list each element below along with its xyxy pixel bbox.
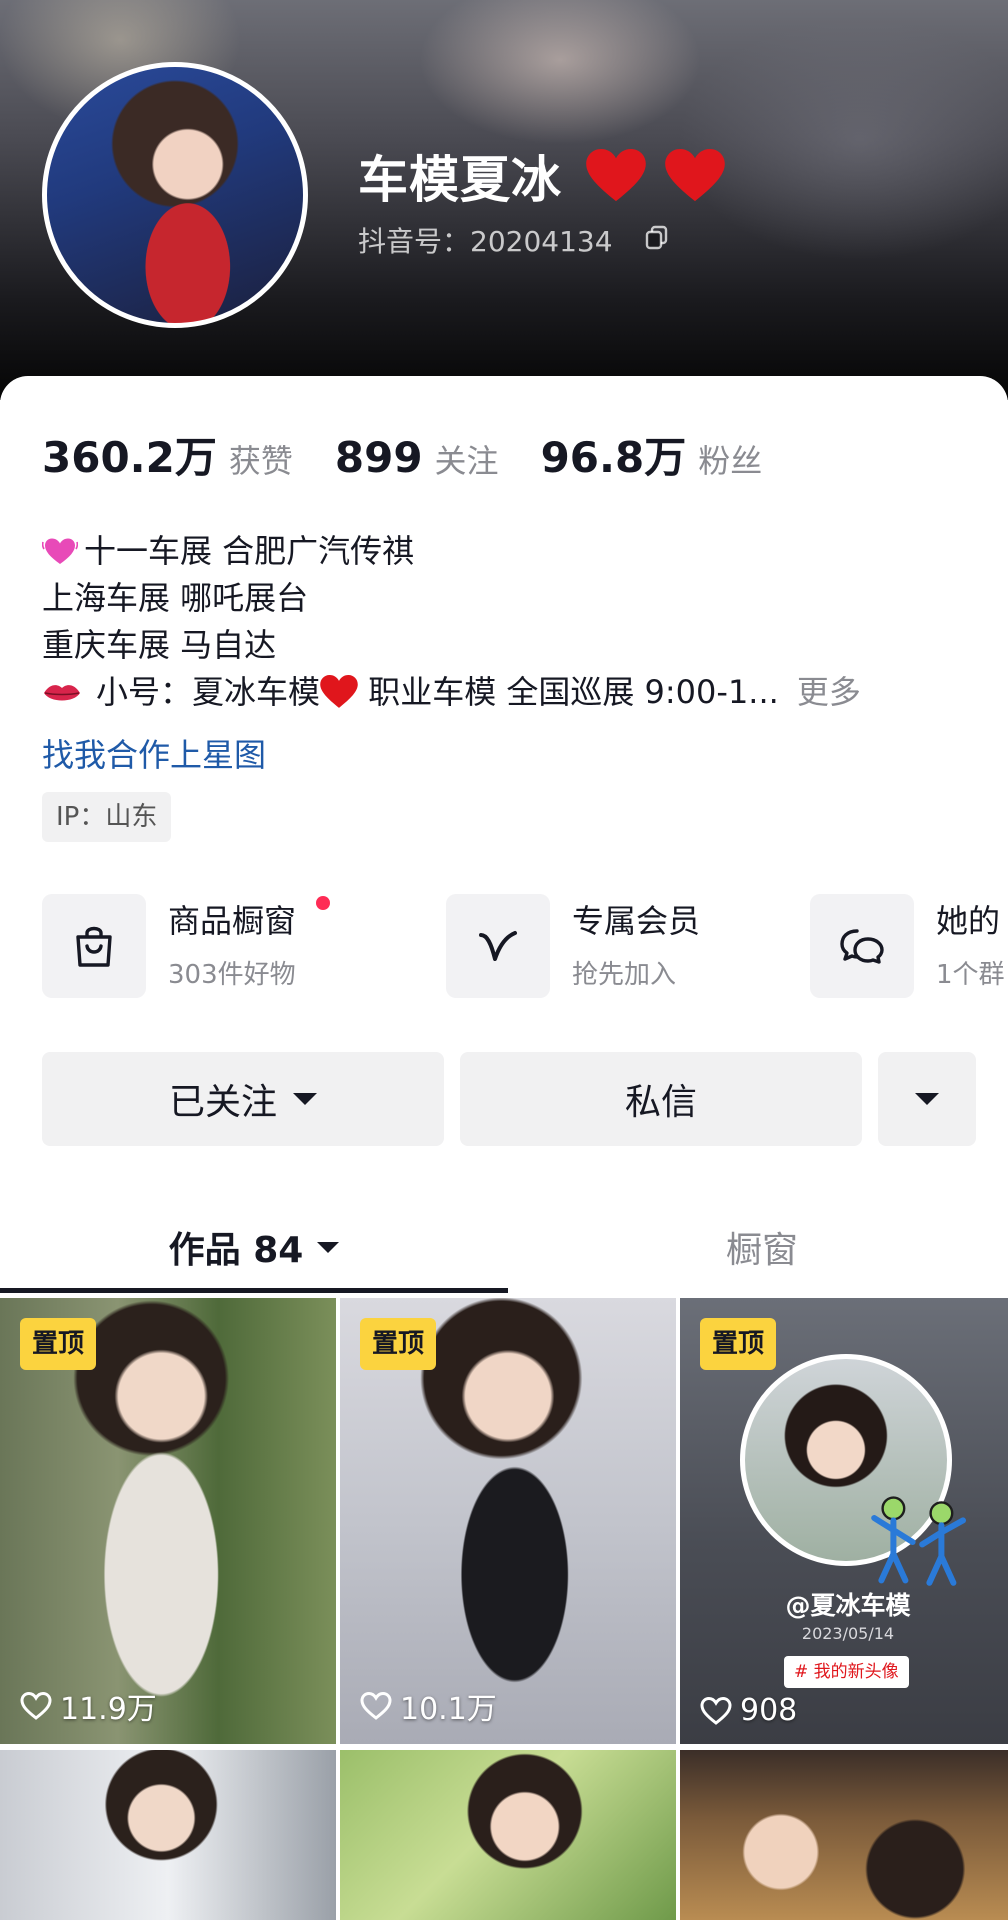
followed-button[interactable]: 已关注 [42, 1052, 444, 1146]
followers-count[interactable]: 96.8万 [541, 424, 687, 485]
group-chat-icon-box [810, 894, 914, 998]
douyin-id: 抖音号：20204134 [358, 225, 613, 258]
tab-showcase[interactable]: 橱窗 [508, 1212, 1008, 1282]
video-thumbnail[interactable]: 置顶 10.1万 [340, 1298, 676, 1744]
service-subtitle: 1个群 [936, 960, 1005, 990]
heart-outline-icon [20, 1691, 52, 1720]
red-heart-icon [320, 675, 358, 708]
tab-works[interactable]: 作品 84 [0, 1212, 508, 1282]
red-heart-icon [665, 149, 725, 202]
bio-text-2: 上海车展 哪吒展台 [42, 579, 309, 617]
likes-label: 获赞 [228, 442, 293, 480]
active-tab-indicator [0, 1288, 508, 1293]
vip-v-icon [479, 931, 517, 961]
heart-outline-icon [360, 1691, 392, 1720]
service-vip-membership[interactable]: 专属会员 抢先加入 [446, 894, 766, 998]
overlay-username: @夏冰车模 [785, 1591, 911, 1620]
cartoon-figures-icon [871, 1496, 966, 1586]
video-thumbnail[interactable] [340, 1750, 676, 1920]
service-shop-window[interactable]: 商品橱窗 303件好物 [42, 894, 362, 998]
bio-text-4b: 职业车模 全国巡展 9:00-1... [358, 673, 779, 711]
message-label: 私信 [624, 1082, 697, 1123]
bio-text-4a: 小号：夏冰车模 [96, 673, 321, 711]
more-options-button[interactable] [878, 1052, 976, 1146]
copy-icon[interactable] [644, 224, 670, 250]
video-thumbnail[interactable]: 置顶 11.9万 [0, 1298, 336, 1744]
pinned-badge: 置顶 [700, 1318, 777, 1370]
dropdown-triangle-icon [915, 1093, 939, 1105]
shopping-bag-icon [76, 926, 112, 967]
service-title: 她的 [936, 902, 1001, 940]
bio-line: 小号：夏冰车模 职业车模 全国巡展 9:00-1... 更多 [42, 669, 972, 716]
profile-name-row: 车模夏冰 [358, 140, 725, 212]
lips-icon [44, 685, 80, 701]
beating-heart-icon [42, 538, 78, 564]
dropdown-triangle-icon [317, 1241, 340, 1253]
heart-outline-icon [700, 1696, 732, 1725]
profile-name: 车模夏冰 [358, 151, 562, 209]
video-likes-count: 908 [740, 1693, 798, 1728]
video-likes: 908 [700, 1693, 797, 1728]
bio-line: 十一车展 合肥广汽传祺 [42, 528, 972, 575]
video-likes: 10.1万 [360, 1684, 497, 1728]
service-group-chat[interactable]: 她的 1个群 [810, 894, 1008, 998]
bio-line: 重庆车展 马自达 [42, 622, 972, 669]
followed-label: 已关注 [168, 1082, 277, 1123]
video-thumbnail[interactable] [0, 1750, 336, 1920]
profile-avatar[interactable] [42, 62, 308, 328]
bio-line: 上海车展 哪吒展台 [42, 575, 972, 622]
video-likes: 11.9万 [20, 1684, 157, 1728]
video-likes-count: 11.9万 [60, 1692, 157, 1727]
likes-count: 360.2万 [42, 433, 217, 482]
following-label[interactable]: 关注 [435, 436, 499, 482]
video-thumbnail[interactable]: 置顶 @夏冰车模 2023/05/14 # 我的新头像 908 [680, 1298, 1008, 1744]
following-count[interactable]: 899 [335, 433, 423, 482]
followers-label[interactable]: 粉丝 [698, 436, 762, 482]
shopping-bag-icon-box [42, 894, 146, 998]
profile-bio[interactable]: 十一车展 合肥广汽传祺 上海车展 哪吒展台 重庆车展 马自达 小号：夏冰车模 职… [42, 528, 972, 716]
dropdown-triangle-icon [293, 1093, 317, 1105]
video-likes-count: 10.1万 [400, 1692, 497, 1727]
ip-location-badge: IP：山东 [42, 792, 172, 842]
star-map-link[interactable]: 找我合作上星图 [42, 730, 266, 776]
overlay-date: 2023/05/14 [801, 1624, 895, 1643]
service-title: 商品橱窗 [168, 902, 297, 940]
bio-text-1: 十一车展 合肥广汽传祺 [84, 532, 415, 570]
pinned-badge: 置顶 [20, 1318, 97, 1370]
pinned-badge: 置顶 [360, 1318, 437, 1370]
tab-works-label: 作品 84 [168, 1230, 304, 1271]
profile-stats: 360.2万 获赞 899 关注 96.8万 粉丝 [42, 424, 804, 484]
red-heart-icon [586, 149, 647, 202]
bio-text-3: 重庆车展 马自达 [42, 626, 277, 664]
tab-showcase-label: 橱窗 [725, 1230, 798, 1271]
vip-icon-box [446, 894, 550, 998]
video-thumbnail[interactable] [680, 1750, 1008, 1920]
message-button[interactable]: 私信 [460, 1052, 862, 1146]
service-subtitle: 303件好物 [168, 960, 296, 990]
service-subtitle: 抢先加入 [572, 960, 677, 990]
overlay-tag: # 我的新头像 [784, 1656, 909, 1688]
group-chat-icon [840, 929, 884, 964]
notification-dot [316, 896, 330, 910]
service-title: 专属会员 [572, 902, 701, 940]
bio-more-link[interactable]: 更多 [797, 673, 861, 711]
